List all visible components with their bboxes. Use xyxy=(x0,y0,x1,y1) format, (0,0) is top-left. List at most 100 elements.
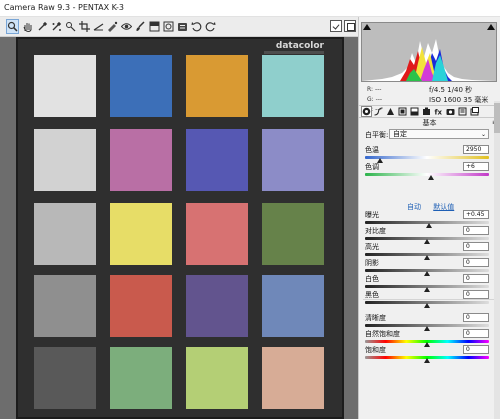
color-patch xyxy=(186,55,248,117)
color-patch xyxy=(262,129,324,191)
vibrance-slider-thumb[interactable] xyxy=(424,342,430,347)
shadow-clipping-warning-icon[interactable] xyxy=(363,24,371,30)
tab-tone-curve[interactable] xyxy=(373,106,384,117)
shadows-slider-thumb[interactable] xyxy=(424,271,430,276)
temperature-label: 色温 xyxy=(365,146,379,154)
clarity-input[interactable]: 0 xyxy=(463,313,489,322)
crop-icon xyxy=(79,21,90,32)
saturation-label: 饱和度 xyxy=(365,346,386,354)
histogram xyxy=(361,22,497,82)
color-patch xyxy=(110,347,172,409)
brand-logo: datacolor xyxy=(275,41,324,51)
exposure-slider-thumb[interactable] xyxy=(426,223,433,228)
white-balance-select[interactable]: 自定 ⌄ xyxy=(389,129,489,139)
straighten-icon xyxy=(93,23,104,31)
highlights-input[interactable]: 0 xyxy=(463,242,489,251)
color-patch xyxy=(34,55,96,117)
radial-filter-tool-button[interactable] xyxy=(162,19,175,34)
target-adjust-icon xyxy=(66,22,76,32)
readout-r-label: R: xyxy=(367,86,374,93)
auto-link[interactable]: 自动 xyxy=(407,203,421,211)
readout-g-value: --- xyxy=(375,96,383,103)
panel-tabs: fx xyxy=(359,105,500,118)
eyedropper-icon xyxy=(38,21,48,31)
temperature-input[interactable]: 2950 xyxy=(463,145,489,154)
crop-tool-button[interactable] xyxy=(78,19,91,34)
preferences-tool-button[interactable] xyxy=(176,19,189,34)
image-preview[interactable]: datacolor xyxy=(0,37,358,419)
preferences-icon xyxy=(178,23,187,31)
targeted-adjustment-tool-button[interactable] xyxy=(64,19,77,34)
graduated-filter-tool-button[interactable] xyxy=(148,19,161,34)
color-patch xyxy=(262,55,324,117)
temperature-slider[interactable] xyxy=(365,156,489,159)
exposure-label: 曝光 xyxy=(365,211,379,219)
tab-snapshots[interactable] xyxy=(469,106,480,117)
tint-slider-thumb[interactable] xyxy=(427,175,434,180)
highlights-slider-thumb[interactable] xyxy=(424,255,430,260)
preview-toggle-button[interactable] xyxy=(330,20,342,32)
rotate-left-tool-button[interactable] xyxy=(190,19,203,34)
contrast-input[interactable]: 0 xyxy=(463,226,489,235)
tab-presets[interactable] xyxy=(457,106,468,117)
rotate-ccw-icon xyxy=(191,22,202,32)
whites-slider-thumb[interactable] xyxy=(424,287,430,292)
brush-icon xyxy=(136,21,145,31)
hand-tool-button[interactable] xyxy=(21,19,34,34)
white-balance-value: 自定 xyxy=(393,130,407,138)
tab-basic[interactable] xyxy=(361,106,372,117)
clarity-slider-thumb[interactable] xyxy=(424,326,430,331)
blacks-slider-thumb[interactable] xyxy=(424,303,430,308)
highlight-clipping-warning-icon[interactable] xyxy=(487,24,495,30)
default-link[interactable]: 默认值 xyxy=(433,203,454,211)
tab-lens[interactable] xyxy=(421,106,432,117)
panel-title: 基本 xyxy=(422,119,437,127)
tint-input[interactable]: +6 xyxy=(463,162,489,171)
white-balance-tool-button[interactable] xyxy=(36,19,49,34)
contrast-slider-thumb[interactable] xyxy=(424,239,430,244)
blacks-input[interactable]: 0 xyxy=(463,290,489,299)
rotate-right-tool-button[interactable] xyxy=(204,19,217,34)
saturation-slider-thumb[interactable] xyxy=(424,358,430,363)
tab-camera-calibration[interactable] xyxy=(445,106,456,117)
white-balance-label: 白平衡: xyxy=(365,131,389,139)
spot-removal-tool-button[interactable] xyxy=(106,19,119,34)
red-eye-tool-button[interactable] xyxy=(120,19,133,34)
presets-icon xyxy=(458,107,467,116)
scrollbar-thumb[interactable] xyxy=(494,103,500,133)
exposure-input[interactable]: +0.45 xyxy=(463,210,489,219)
hand-icon xyxy=(23,23,32,32)
iso-focal-length: ISO 1600 35 毫米 xyxy=(429,96,489,104)
curve-icon xyxy=(374,107,383,116)
right-panel: R: --- G: --- B: --- f/4.5 1/40 秒 ISO 16… xyxy=(358,17,500,419)
saturation-input[interactable]: 0 xyxy=(463,345,489,354)
color-sampler-tool-button[interactable] xyxy=(50,19,63,34)
color-patch xyxy=(34,275,96,337)
adjustment-brush-tool-button[interactable] xyxy=(134,19,147,34)
tab-hsl[interactable] xyxy=(397,106,408,117)
zoom-tool-button[interactable] xyxy=(6,19,19,34)
tab-effects[interactable]: fx xyxy=(433,106,444,117)
whites-label: 白色 xyxy=(365,275,379,283)
red-eye-icon xyxy=(121,23,132,30)
whites-input[interactable]: 0 xyxy=(463,274,489,283)
tab-detail[interactable] xyxy=(385,106,396,117)
readout-g-label: G: xyxy=(367,96,374,103)
straighten-tool-button[interactable] xyxy=(92,19,105,34)
color-patch xyxy=(262,347,324,409)
vibrance-input[interactable]: 0 xyxy=(463,329,489,338)
zoom-icon xyxy=(7,21,18,32)
divider xyxy=(363,299,495,300)
color-patch xyxy=(110,275,172,337)
tint-label: 色调 xyxy=(365,163,379,171)
spot-removal-icon xyxy=(108,21,118,32)
tab-split-toning[interactable] xyxy=(409,106,420,117)
color-patch xyxy=(186,347,248,409)
graduated-filter-icon xyxy=(149,21,160,32)
panel-scrollbar[interactable] xyxy=(494,101,500,419)
window-title: Camera Raw 9.3 - PENTAX K-3 xyxy=(4,3,125,12)
shadows-input[interactable]: 0 xyxy=(463,258,489,267)
fullscreen-button[interactable] xyxy=(344,20,356,32)
chevron-down-icon: ⌄ xyxy=(480,131,486,138)
rotate-cw-icon xyxy=(205,22,216,32)
